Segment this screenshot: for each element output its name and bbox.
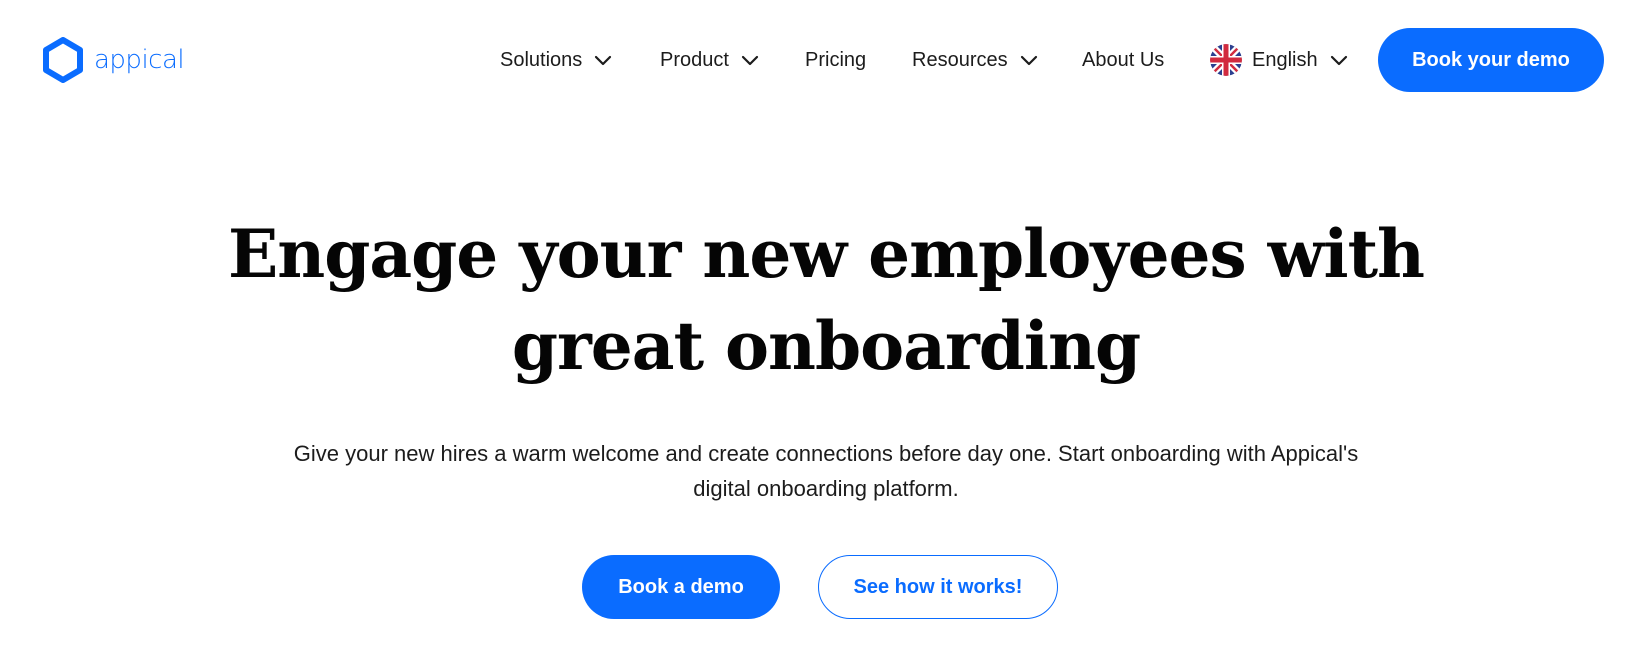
nav-item-about-us[interactable]: About Us <box>1082 40 1164 80</box>
chevron-down-icon <box>1020 55 1037 66</box>
nav-item-solutions[interactable]: Solutions <box>500 40 612 80</box>
nav-item-resources[interactable]: Resources <box>912 40 1038 80</box>
hero-subtitle-line-2: digital onboarding platform. <box>693 476 959 501</box>
nav-item-pricing[interactable]: Pricing <box>805 40 866 80</box>
hero-title: Engage your new employees with great onb… <box>0 208 1652 392</box>
hero-title-line-2: great onboarding <box>511 307 1141 385</box>
hero-title-line-1: Engage your new employees with <box>227 215 1425 293</box>
site-header: appical Solutions Product Pricing Resour… <box>0 0 1652 120</box>
language-selector[interactable]: English <box>1210 40 1348 80</box>
nav-item-label: Pricing <box>805 48 867 71</box>
nav-item-label: Resources <box>912 48 1008 71</box>
chevron-down-icon <box>595 55 612 66</box>
book-your-demo-button[interactable]: Book your demo <box>1378 28 1604 92</box>
see-how-it-works-button[interactable]: See how it works! <box>818 555 1058 619</box>
language-label: English <box>1252 48 1318 71</box>
chevron-down-icon <box>1330 55 1347 66</box>
nav-item-label: Solutions <box>500 48 583 71</box>
uk-flag-icon <box>1210 44 1242 76</box>
nav-item-product[interactable]: Product <box>660 40 759 80</box>
nav-item-label: About Us <box>1082 48 1165 71</box>
nav-item-label: Product <box>660 48 729 71</box>
chevron-down-icon <box>741 55 759 66</box>
hero-cta-row: Book a demo See how it works! <box>0 555 1652 619</box>
hero-subtitle-line-1: Give your new hires a warm welcome and c… <box>293 441 1359 466</box>
hero-subtitle: Give your new hires a warm welcome and c… <box>226 436 1426 506</box>
book-a-demo-button[interactable]: Book a demo <box>582 555 780 619</box>
